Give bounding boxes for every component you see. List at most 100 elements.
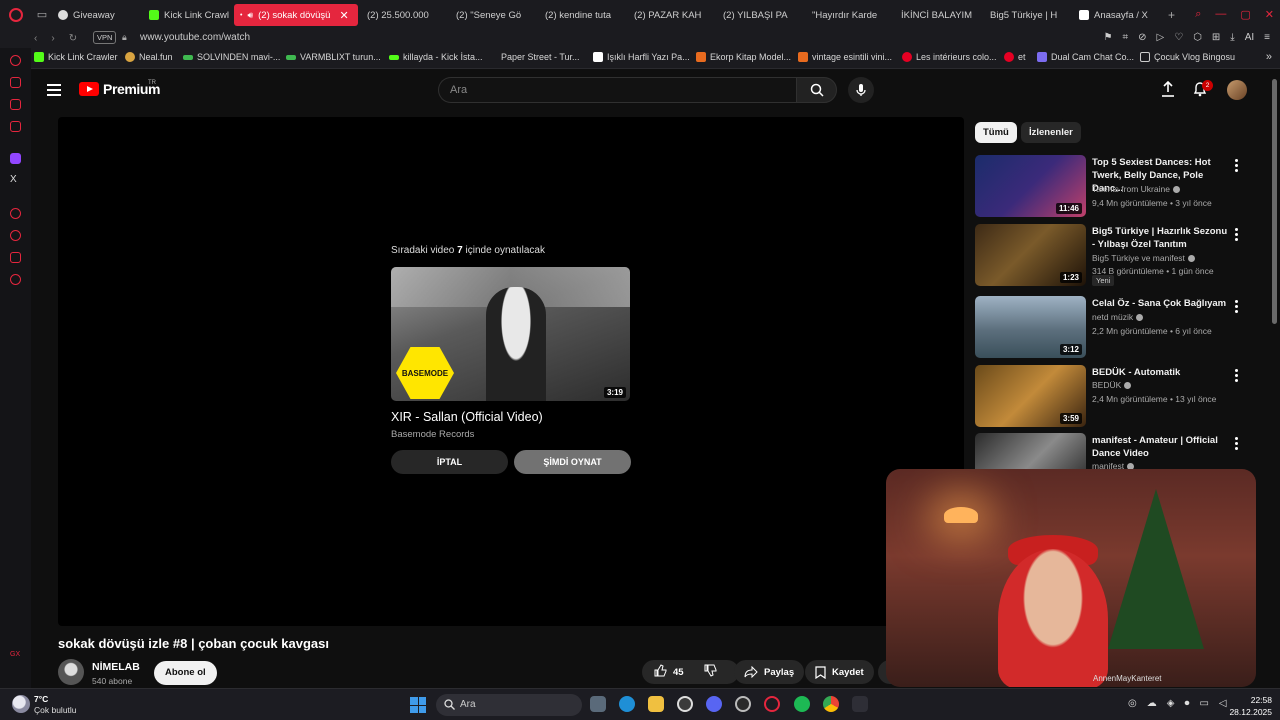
recommendation-title[interactable]: Big5 Türkiye | Hazırlık Sezonu - Yılbaşı… <box>1092 225 1228 251</box>
x-icon[interactable]: X <box>10 174 17 185</box>
tab-active-video[interactable]: • 🔊︎ (2) sokak dövüşü ✕ <box>234 4 358 26</box>
channel-name[interactable]: NİMELAB <box>92 661 140 673</box>
speaker-icon[interactable]: 🔊︎ <box>247 10 253 21</box>
tab-giveaway[interactable]: Giveaway <box>52 4 140 26</box>
up-next-thumbnail[interactable]: BASEMODE 3:19 <box>391 267 630 401</box>
weather-icon[interactable] <box>12 695 30 713</box>
forward-icon[interactable]: › <box>51 33 54 44</box>
menu-icon[interactable]: ≡ <box>1264 32 1270 43</box>
file-explorer-icon[interactable] <box>648 696 664 712</box>
messenger-icon[interactable] <box>10 99 21 110</box>
task-view-icon[interactable] <box>590 696 606 712</box>
tab-youtube[interactable]: "Hayırdır Karde <box>806 4 892 26</box>
share-button[interactable]: Paylaş <box>734 660 805 684</box>
url-field[interactable]: www.youtube.com/watch <box>140 32 250 43</box>
like-icon[interactable] <box>654 664 667 680</box>
reload-icon[interactable]: ↻ <box>69 33 77 44</box>
cloud-icon[interactable]: ☁ <box>1147 698 1157 709</box>
opera-gx-icon[interactable] <box>764 696 780 712</box>
shield-icon[interactable]: ◈ <box>1167 698 1175 709</box>
discord-icon[interactable] <box>706 696 722 712</box>
channel-avatar[interactable] <box>58 659 84 685</box>
download-icon[interactable]: ⤓ <box>1230 32 1234 43</box>
spotify-icon[interactable] <box>794 696 810 712</box>
bookmark-item[interactable]: Kick Link Crawler <box>34 52 118 62</box>
tab-youtube[interactable]: (2) YILBAŞI PA <box>717 4 803 26</box>
hamburger-menu-icon[interactable] <box>47 84 61 99</box>
opera-logo-icon[interactable] <box>0 0 32 29</box>
extensions-icon[interactable]: ⬡ <box>1193 32 1202 43</box>
tab-youtube[interactable]: (2) kendine tuta <box>539 4 625 26</box>
bookmark-item[interactable]: Ekorp Kitap Model... <box>696 52 791 62</box>
tab-x[interactable]: Anasayfa / X <box>1073 4 1159 26</box>
more-options-icon[interactable] <box>1235 159 1241 174</box>
bookmark-item[interactable]: Les intérieurs colo... <box>902 52 997 62</box>
tab-kick-link-crawler[interactable]: Kick Link Crawl <box>143 4 231 26</box>
bookmark-item[interactable]: Dual Cam Chat Co... <box>1037 52 1134 62</box>
scrollbar[interactable] <box>1272 69 1277 688</box>
recommendation-thumbnail[interactable]: 11:46 <box>975 155 1086 217</box>
mic-icon[interactable]: ⏺ <box>1184 698 1189 709</box>
more-options-icon[interactable] <box>1235 369 1241 384</box>
bookmark-item[interactable]: VARMBLIXT turun... <box>286 52 381 62</box>
settings-app-icon[interactable] <box>677 696 693 712</box>
recommendation-thumbnail[interactable]: 1:23 <box>975 224 1086 286</box>
player-icon[interactable]: ▷ <box>1156 32 1164 43</box>
weather-label[interactable]: Çok bulutlu <box>34 705 77 715</box>
search-input[interactable] <box>439 78 796 102</box>
tab-youtube[interactable]: İKİNCİ BALAYIM <box>895 4 981 26</box>
temperature[interactable]: 7°C <box>34 694 48 704</box>
recommendation-title[interactable]: manifest - Amateur | Official Dance Vide… <box>1092 434 1228 460</box>
wallet-icon[interactable]: ⊞ <box>1212 32 1220 43</box>
heart-icon[interactable]: ♡ <box>1174 32 1183 43</box>
tab-youtube[interactable]: (2) 25.500.000 <box>361 4 447 26</box>
vpn-badge[interactable]: VPN <box>93 31 117 44</box>
music-icon[interactable] <box>10 121 21 132</box>
recommendation-item[interactable]: 11:46 Top 5 Sexiest Dances: Hot Twerk, B… <box>975 155 1275 219</box>
avatar[interactable] <box>1227 80 1247 100</box>
back-icon[interactable]: ‹ <box>34 33 37 44</box>
display-icon[interactable]: ▭ <box>1199 698 1208 709</box>
maximize-icon[interactable]: ▢ <box>1240 8 1250 21</box>
steam-icon[interactable] <box>735 696 751 712</box>
bookmark-item[interactable]: vintage esintili vini... <box>798 52 892 62</box>
recommendation-item[interactable]: 1:23 Big5 Türkiye | Hazırlık Sezonu - Yı… <box>975 224 1275 288</box>
bookmark-item[interactable]: Işıklı Harfli Yazı Pa... <box>593 52 690 62</box>
history-icon[interactable] <box>10 230 21 241</box>
workspaces-icon[interactable]: ▭ <box>32 8 52 21</box>
more-bookmarks-icon[interactable]: » <box>1266 51 1272 63</box>
bookmark-item[interactable]: Neal.fun <box>125 52 173 62</box>
copilot-icon[interactable]: ◎ <box>1128 698 1137 709</box>
edge-icon[interactable] <box>619 696 635 712</box>
tab-youtube[interactable]: Big5 Türkiye | H <box>984 4 1070 26</box>
twitch-icon[interactable] <box>10 153 21 164</box>
recommendation-thumbnail[interactable]: 3:12 <box>975 296 1086 358</box>
extensions-icon[interactable] <box>10 252 21 263</box>
settings-icon[interactable] <box>10 274 21 285</box>
close-window-icon[interactable]: ✕ <box>1265 8 1274 21</box>
gx-control-icon[interactable] <box>10 77 21 88</box>
minimize-icon[interactable]: — <box>1215 8 1226 21</box>
search-tabs-icon[interactable]: ⌕ <box>1195 8 1201 21</box>
player-icon[interactable] <box>10 208 21 219</box>
dislike-icon[interactable] <box>704 664 717 680</box>
clock[interactable]: 22:58 28.12.2025 <box>1228 694 1272 718</box>
bookmark-item[interactable]: et <box>1004 52 1026 62</box>
cancel-button[interactable]: İPTAL <box>391 450 508 474</box>
close-tab-icon[interactable]: ✕ <box>339 9 348 22</box>
recommendation-title[interactable]: BEDÜK - Automatik <box>1092 366 1228 379</box>
search-button[interactable] <box>796 77 837 103</box>
tab-youtube[interactable]: (2) PAZAR KAH <box>628 4 714 26</box>
start-button[interactable] <box>410 697 426 713</box>
bookmark-item[interactable]: Paper Street - Tur... <box>491 52 580 62</box>
taskbar-search[interactable]: Ara <box>436 694 582 716</box>
upload-icon[interactable] <box>1161 81 1175 97</box>
video-player[interactable]: Sıradaki video 7 içinde oynatılacak BASE… <box>58 117 964 626</box>
voice-search-button[interactable] <box>848 77 874 103</box>
chip-watched[interactable]: İzlenenler <box>1021 122 1081 143</box>
ai-icon[interactable]: AI <box>1245 32 1254 43</box>
youtube-logo[interactable]: Premium TR <box>79 80 161 97</box>
up-next-title[interactable]: XIR - Sallan (Official Video) <box>391 410 543 424</box>
new-tab-button[interactable]: + <box>1162 4 1182 26</box>
bookmark-icon[interactable]: ⚑ <box>1103 32 1112 43</box>
